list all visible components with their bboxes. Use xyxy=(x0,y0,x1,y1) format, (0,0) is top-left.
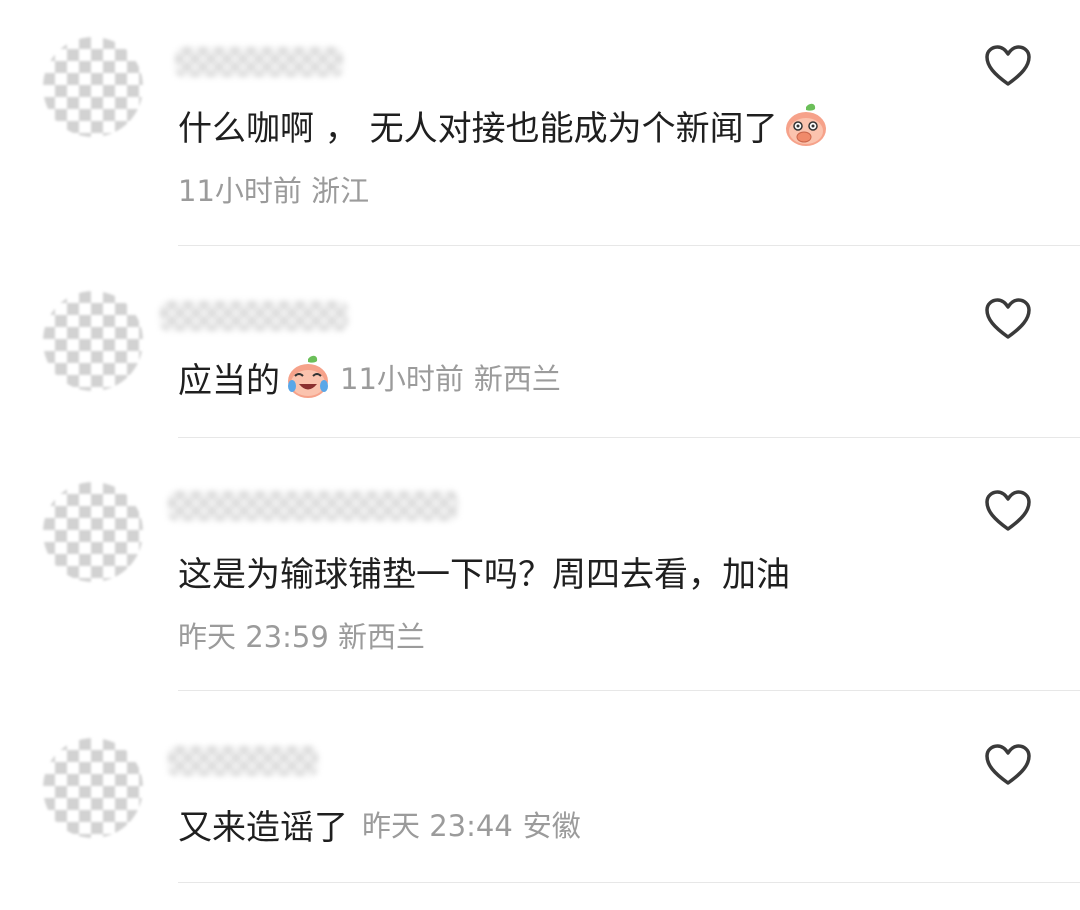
comment-item[interactable]: 这是为输球铺垫一下吗？周四去看，加油 昨天 23:59 新西兰 xyxy=(0,438,1080,691)
username-blurred[interactable] xyxy=(168,491,458,521)
comment-item[interactable]: 又来造谣了 昨天 23:44 安徽 xyxy=(0,691,1080,910)
comment-time: 昨天 23:59 xyxy=(178,620,329,654)
comment-text: 什么咖啊 ， 无人对接也能成为个新闻了 xyxy=(178,108,778,149)
username-blurred[interactable] xyxy=(175,47,343,77)
comment-text: 又来造谣了 xyxy=(178,807,348,848)
avatar[interactable] xyxy=(43,738,143,838)
comment-location: 安徽 xyxy=(522,809,581,843)
comment-item[interactable]: 应当的 11小时前 新西兰 xyxy=(0,246,1080,438)
comment-time: 昨天 23:44 xyxy=(362,809,513,843)
heart-outline-icon[interactable] xyxy=(984,489,1032,533)
covering-mouth-peach-emoji xyxy=(785,103,826,146)
comment-time: 11小时前 xyxy=(178,174,302,208)
username-blurred[interactable] xyxy=(168,746,318,776)
crying-laughing-peach-emoji xyxy=(288,355,328,398)
username-blurred[interactable] xyxy=(160,301,348,331)
comment-location: 新西兰 xyxy=(338,620,426,654)
comment-location: 新西兰 xyxy=(473,362,561,396)
comment-location: 浙江 xyxy=(311,174,370,208)
comment-text: 这是为输球铺垫一下吗？周四去看，加油 xyxy=(178,554,790,595)
comment-item[interactable]: 什么咖啊 ， 无人对接也能成为个新闻了 11小时前 浙江 xyxy=(0,0,1080,246)
comment-text: 应当的 xyxy=(178,360,280,401)
heart-outline-icon[interactable] xyxy=(984,44,1032,88)
avatar[interactable] xyxy=(43,291,143,391)
comment-time: 11小时前 xyxy=(340,362,464,396)
avatar[interactable] xyxy=(43,37,143,137)
heart-outline-icon[interactable] xyxy=(984,743,1032,787)
avatar[interactable] xyxy=(43,482,143,582)
divider xyxy=(178,882,1080,883)
heart-outline-icon[interactable] xyxy=(984,297,1032,341)
